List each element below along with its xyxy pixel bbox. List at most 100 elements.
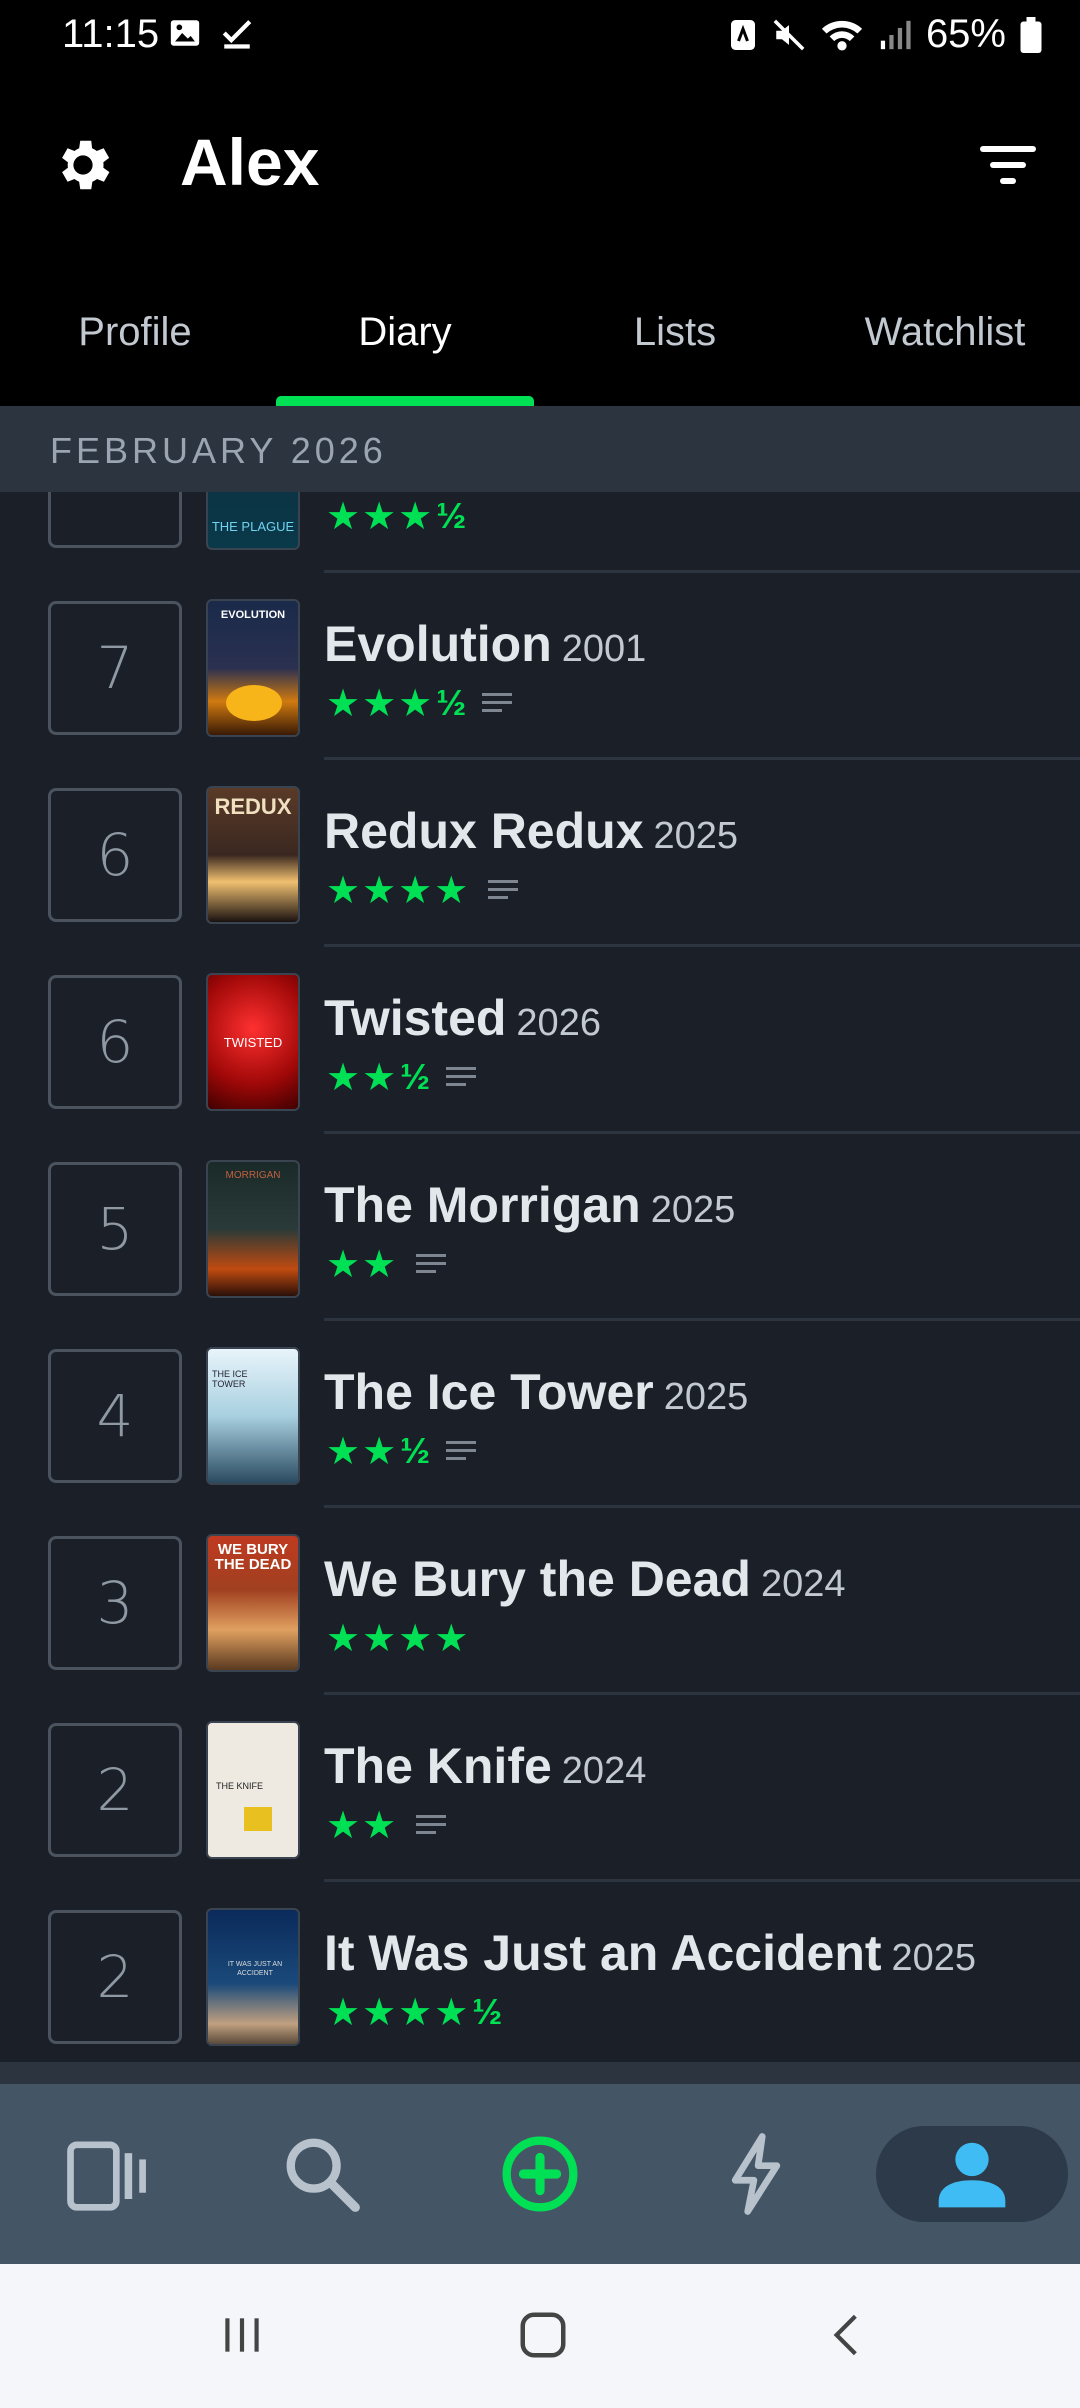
- rating: ★★: [326, 1244, 447, 1286]
- rating: ★★: [326, 1804, 447, 1847]
- status-notification-icons: [168, 16, 254, 50]
- rating-stars: ★★: [326, 1804, 399, 1847]
- list-bottom-spacer: [0, 2062, 1080, 2084]
- poster-text: THE PLAGUE: [211, 519, 295, 534]
- film-title[interactable]: Redux Redux 2025: [324, 802, 738, 860]
- search-icon: [286, 2138, 360, 2212]
- diary-entry[interactable]: 4 THE ICE TOWER The Ice Tower 2025 ★★ ½: [0, 1321, 1080, 1508]
- rating: ★★★★: [326, 870, 519, 912]
- nfc-icon: [730, 19, 755, 50]
- film-year: 2025: [891, 1937, 977, 1979]
- signal-icon: [880, 20, 911, 49]
- film-year: 2025: [663, 1376, 749, 1418]
- wifi-icon: [821, 20, 863, 50]
- film-poster[interactable]: TWISTED: [206, 973, 300, 1111]
- film-title[interactable]: The Ice Tower 2025: [324, 1363, 748, 1421]
- mute-icon: [773, 19, 805, 50]
- review-icon: [416, 1254, 447, 1273]
- tab-watchlist[interactable]: Watchlist: [810, 290, 1080, 406]
- status-bar: 11:15 65%: [0, 0, 1080, 70]
- poster-text: WE BURY THE DEAD: [214, 1541, 292, 1573]
- filter-icon: [980, 146, 1036, 184]
- diary-entry[interactable]: 2 THE KNIFE The Knife 2024 ★★: [0, 1695, 1080, 1882]
- film-poster[interactable]: WE BURY THE DEAD: [206, 1534, 300, 1672]
- films-icon: [67, 2141, 146, 2211]
- nav-search-button[interactable]: [272, 2124, 372, 2224]
- poster-art: [244, 1807, 272, 1831]
- diary-entry[interactable]: 3 WE BURY THE DEAD We Bury the Dead 2024 …: [0, 1508, 1080, 1695]
- film-poster[interactable]: THE ICE TOWER: [206, 1347, 300, 1485]
- film-title-text: The Morrigan: [324, 1177, 641, 1233]
- home-icon[interactable]: [516, 2308, 570, 2362]
- film-title-text: Redux Redux: [324, 803, 644, 859]
- review-icon: [446, 1441, 477, 1460]
- film-poster[interactable]: EVOLUTION: [206, 599, 300, 737]
- poster-text: TWISTED: [223, 1035, 283, 1050]
- day-box: [48, 492, 182, 548]
- poster-text: THE KNIFE: [216, 1781, 264, 1791]
- day-box: 7: [48, 601, 182, 735]
- film-title-text: The Ice Tower: [324, 1364, 654, 1420]
- day-box: 5: [48, 1162, 182, 1296]
- nav-films-button[interactable]: [58, 2124, 158, 2224]
- film-poster[interactable]: THE PLAGUE: [206, 492, 300, 550]
- poster-text: THE ICE TOWER: [212, 1369, 248, 1389]
- battery-icon: [1020, 16, 1042, 53]
- tab-diary[interactable]: Diary: [270, 290, 540, 406]
- rating: ★★★★: [326, 1618, 472, 1660]
- add-icon: [502, 2136, 578, 2212]
- film-poster[interactable]: MORRIGAN: [206, 1160, 300, 1298]
- diary-list[interactable]: THE PLAGUE ★★★ ½ 7 EVOLUTION Evolution 200…: [0, 492, 1080, 2062]
- film-poster[interactable]: REDUX: [206, 786, 300, 924]
- month-section-header: FEBRUARY 2026: [0, 406, 1080, 492]
- image-notification-icon: [170, 20, 200, 46]
- day-box: 2: [48, 1910, 182, 2044]
- rating-half-star: ½: [472, 1991, 503, 2032]
- rating-half-star: ½: [436, 495, 467, 536]
- status-right-icons: 65%: [728, 12, 1042, 57]
- film-poster[interactable]: IT WAS JUST AN ACCIDENT: [206, 1908, 300, 2046]
- film-title[interactable]: It Was Just an Accident 2025: [324, 1924, 976, 1982]
- diary-entry[interactable]: 6 REDUX Redux Redux 2025 ★★★★: [0, 760, 1080, 947]
- month-title: FEBRUARY 2026: [50, 430, 387, 471]
- film-title[interactable]: The Knife 2024: [324, 1737, 646, 1795]
- tab-profile[interactable]: Profile: [0, 290, 270, 406]
- poster-text: EVOLUTION: [220, 609, 286, 621]
- diary-entry[interactable]: 2 IT WAS JUST AN ACCIDENT It Was Just an…: [0, 1882, 1080, 2062]
- film-title[interactable]: The Morrigan 2025: [324, 1176, 735, 1234]
- rating: ★★★ ½: [326, 495, 467, 538]
- filter-button[interactable]: [980, 142, 1036, 186]
- film-title-text: Twisted: [324, 990, 507, 1046]
- day-box: 4: [48, 1349, 182, 1483]
- settings-button[interactable]: [50, 132, 116, 198]
- nav-add-button[interactable]: [490, 2124, 590, 2224]
- film-year: 2024: [561, 1750, 647, 1792]
- film-year: 2025: [653, 815, 739, 857]
- film-title[interactable]: We Bury the Dead 2024: [324, 1550, 846, 1608]
- diary-entry[interactable]: 5 MORRIGAN The Morrigan 2025 ★★: [0, 1134, 1080, 1321]
- film-title[interactable]: Evolution 2001: [324, 615, 646, 673]
- diary-entry[interactable]: 6 TWISTED Twisted 2026 ★★ ½: [0, 947, 1080, 1134]
- nav-activity-button[interactable]: [706, 2124, 806, 2224]
- poster-text: IT WAS JUST AN ACCIDENT: [227, 1961, 283, 1977]
- film-title-text: Evolution: [324, 616, 552, 672]
- diary-entry[interactable]: 7 EVOLUTION Evolution 2001 ★★★ ½: [0, 573, 1080, 760]
- film-poster[interactable]: THE KNIFE: [206, 1721, 300, 1859]
- rating-half-star: ½: [400, 1430, 431, 1471]
- diary-entry[interactable]: THE PLAGUE ★★★ ½: [0, 492, 1080, 573]
- rating-half-star: ½: [400, 1056, 431, 1097]
- tab-lists[interactable]: Lists: [540, 290, 810, 406]
- rating-stars: ★★: [326, 1056, 399, 1099]
- film-title[interactable]: Twisted 2026: [324, 989, 601, 1047]
- rating-stars: ★★★: [326, 682, 435, 725]
- back-icon[interactable]: [822, 2310, 872, 2360]
- nav-profile-button[interactable]: [876, 2126, 1068, 2222]
- film-title-text: The Knife: [324, 1738, 552, 1794]
- recent-apps-icon[interactable]: [217, 2310, 267, 2360]
- rating: ★★★★ ½: [326, 1991, 503, 2034]
- day-box: 2: [48, 1723, 182, 1857]
- status-time: 11:15: [62, 12, 160, 56]
- review-icon: [488, 880, 519, 899]
- review-icon: [482, 693, 513, 712]
- review-icon: [416, 1815, 447, 1834]
